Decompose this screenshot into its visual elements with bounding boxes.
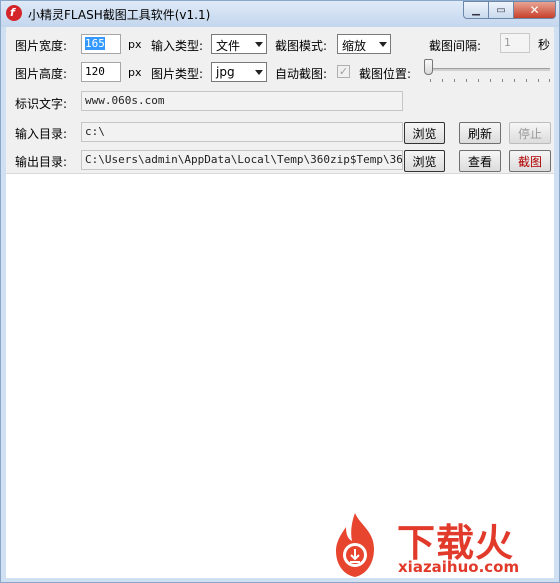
title-bar: f 小精灵FLASH截图工具软件(v1.1) ▁ ▭ ✕ [1,1,559,27]
output-dir-label: 输出目录: [15,155,68,169]
position-slider-track [426,68,550,71]
slider-tick [490,79,491,82]
capture-button[interactable]: 截图 [509,150,551,172]
capture-mode-value: 缩放 [342,39,367,53]
app-logo-icon: f [6,5,22,21]
height-unit: px [128,66,142,79]
input-dir-label: 输入目录: [15,127,68,141]
width-unit: px [128,38,142,51]
interval-unit: 秒 [538,38,551,52]
slider-tick [502,79,503,82]
app-window: f 小精灵FLASH截图工具软件(v1.1) ▁ ▭ ✕ 图片宽度: 165 p… [0,0,560,583]
slider-tick [454,79,455,82]
input-type-label: 输入类型: [151,39,204,53]
image-type-value: jpg [216,65,235,79]
interval-label: 截图间隔: [429,39,482,53]
output-dir-input[interactable]: C:\Users\admin\AppData\Local\Temp\360zip… [81,150,403,170]
browse-output-button[interactable]: 浏览 [404,150,445,172]
slider-tick [430,79,431,82]
close-button[interactable]: ✕ [513,1,556,19]
image-type-label: 图片类型: [151,67,204,81]
input-type-select[interactable]: 文件 [211,34,267,54]
chevron-down-icon [255,70,263,75]
browse-input-button[interactable]: 浏览 [404,122,445,144]
auto-capture-checkbox[interactable]: ✓ [337,65,350,78]
watermark-url: xiazaihuo.com [398,558,520,576]
width-input[interactable]: 165 [81,34,121,54]
slider-tick [526,79,527,82]
position-slider-thumb[interactable] [424,59,433,75]
slider-tick [478,79,479,82]
site-watermark: 下载火 xiazaihuo.com [330,508,560,583]
capture-mode-select[interactable]: 缩放 [337,34,391,54]
slider-tick [549,79,550,82]
minimize-button[interactable]: ▁ [463,1,489,19]
interval-input[interactable]: 1 [500,33,530,53]
refresh-button[interactable]: 刷新 [459,122,501,144]
width-value: 165 [85,37,105,50]
slider-tick [538,79,539,82]
input-dir-input[interactable]: c:\ [81,122,403,142]
position-label: 截图位置: [359,67,412,81]
slider-tick [442,79,443,82]
window-title: 小精灵FLASH截图工具软件(v1.1) [28,8,211,22]
capture-mode-label: 截图模式: [275,39,328,53]
auto-capture-label: 自动截图: [275,67,328,81]
chevron-down-icon [379,42,387,47]
width-label: 图片宽度: [15,39,68,53]
input-type-value: 文件 [216,39,241,53]
image-type-select[interactable]: jpg [211,62,267,82]
stop-button[interactable]: 停止 [509,122,551,144]
flame-logo-icon [336,513,374,577]
watermark-input[interactable]: www.060s.com [81,91,403,111]
settings-panel: 图片宽度: 165 px 输入类型: 文件 截图模式: 缩放 截图间隔: 1 秒… [6,27,554,174]
height-input[interactable]: 120 [81,62,121,82]
slider-tick [514,79,515,82]
client-area: 图片宽度: 165 px 输入类型: 文件 截图模式: 缩放 截图间隔: 1 秒… [6,27,554,578]
chevron-down-icon [255,42,263,47]
maximize-button[interactable]: ▭ [488,1,514,19]
watermark-label: 标识文字: [15,97,68,111]
view-button[interactable]: 查看 [459,150,501,172]
height-label: 图片高度: [15,67,68,81]
slider-tick [466,79,467,82]
